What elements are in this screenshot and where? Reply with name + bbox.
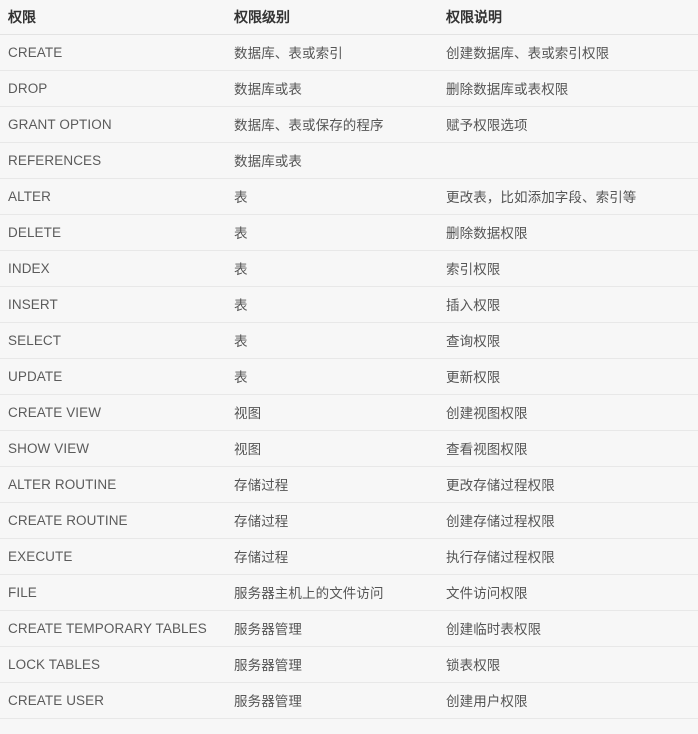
cell-level: 服务器管理 [226, 682, 438, 719]
table-row: UPDATE 表更新权限 [0, 358, 698, 395]
cell-privilege: EXECUTE [0, 538, 226, 575]
table-row: ALTER ROUTINE 存储过程 更改存储过程权限 [0, 466, 698, 503]
cell-privilege: CREATE USER [0, 682, 226, 719]
cell-privilege: INDEX [0, 250, 226, 287]
cell-privilege: UPDATE [0, 358, 226, 395]
cell-privilege: FILE [0, 574, 226, 611]
cell-level: 数据库或表 [226, 142, 438, 179]
cell-description: 删除数据库或表权限 [438, 70, 698, 107]
table-row: FILE 服务器主机上的文件访问 文件访问权限 [0, 574, 698, 611]
table-row: GRANT OPTION 数据库、表或保存的程序 赋予权限选项 [0, 106, 698, 143]
cell-privilege: ALTER [0, 178, 226, 215]
column-header-level: 权限级别 [226, 0, 438, 35]
privileges-table: 权限 权限级别 权限说明 CREATE 数据库、表或索引 创建数据库、表或索引权限 D… [0, 0, 698, 719]
cell-description: 插入权限 [438, 286, 698, 323]
cell-level: 服务器管理 [226, 610, 438, 647]
cell-privilege: LOCK TABLES [0, 646, 226, 683]
cell-level: 数据库、表或索引 [226, 34, 438, 71]
cell-description: 删除数据权限 [438, 214, 698, 251]
cell-description: 更改表，比如添加字段、索引等 [438, 178, 698, 215]
cell-privilege: DELETE [0, 214, 226, 251]
table-row: INSERT 表插入权限 [0, 286, 698, 323]
cell-level: 视图 [226, 394, 438, 431]
table-row: SELECT 表查询权限 [0, 322, 698, 359]
cell-description: 创建存储过程权限 [438, 502, 698, 539]
cell-privilege: ALTER ROUTINE [0, 466, 226, 503]
cell-level: 存储过程 [226, 466, 438, 503]
cell-level: 表 [226, 250, 438, 287]
cell-level: 数据库或表 [226, 70, 438, 107]
cell-description: 更改存储过程权限 [438, 466, 698, 503]
cell-description: 更新权限 [438, 358, 698, 395]
table-row: INDEX 表索引权限 [0, 250, 698, 287]
table-row: CREATE TEMPORARY TABLES 服务器管理 创建临时表权限 [0, 610, 698, 647]
table-row: SHOW VIEW 视图 查看视图权限 [0, 430, 698, 467]
cell-privilege: CREATE VIEW [0, 394, 226, 431]
cell-description: 赋予权限选项 [438, 106, 698, 143]
cell-description: 创建临时表权限 [438, 610, 698, 647]
cell-description: 创建数据库、表或索引权限 [438, 34, 698, 71]
cell-description: 创建视图权限 [438, 394, 698, 431]
cell-level: 服务器主机上的文件访问 [226, 574, 438, 611]
cell-level: 表 [226, 286, 438, 323]
cell-level: 表 [226, 214, 438, 251]
cell-level: 存储过程 [226, 502, 438, 539]
cell-level: 服务器管理 [226, 646, 438, 683]
cell-privilege: CREATE TEMPORARY TABLES [0, 610, 226, 647]
table-row: LOCK TABLES 服务器管理 锁表权限 [0, 646, 698, 683]
cell-description: 查看视图权限 [438, 430, 698, 467]
table-header: 权限 权限级别 权限说明 [0, 0, 698, 35]
table-row: DROP 数据库或表 删除数据库或表权限 [0, 70, 698, 107]
cell-description: 创建用户权限 [438, 682, 698, 719]
cell-description: 文件访问权限 [438, 574, 698, 611]
cell-level: 表 [226, 322, 438, 359]
table-row: EXECUTE 存储过程 执行存储过程权限 [0, 538, 698, 575]
cell-privilege: CREATE ROUTINE [0, 502, 226, 539]
cell-privilege: SELECT [0, 322, 226, 359]
table-row: CREATE VIEW 视图 创建视图权限 [0, 394, 698, 431]
cell-level: 数据库、表或保存的程序 [226, 106, 438, 143]
table-row: CREATE USER 服务器管理 创建用户权限 [0, 682, 698, 719]
column-header-privilege: 权限 [0, 0, 226, 35]
cell-description: 索引权限 [438, 250, 698, 287]
table-row: CREATE 数据库、表或索引 创建数据库、表或索引权限 [0, 34, 698, 71]
column-header-description: 权限说明 [438, 0, 698, 35]
cell-description [438, 142, 698, 179]
cell-privilege: DROP [0, 70, 226, 107]
table-header-row: 权限 权限级别 权限说明 [0, 0, 698, 35]
cell-level: 表 [226, 178, 438, 215]
table-row: CREATE ROUTINE 存储过程 创建存储过程权限 [0, 502, 698, 539]
cell-level: 视图 [226, 430, 438, 467]
cell-privilege: SHOW VIEW [0, 430, 226, 467]
cell-level: 表 [226, 358, 438, 395]
cell-privilege: GRANT OPTION [0, 106, 226, 143]
cell-privilege: REFERENCES [0, 142, 226, 179]
table-row: ALTER 表更改表，比如添加字段、索引等 [0, 178, 698, 215]
table-row: REFERENCES 数据库或表 [0, 142, 698, 179]
cell-description: 查询权限 [438, 322, 698, 359]
cell-description: 锁表权限 [438, 646, 698, 683]
cell-privilege: CREATE [0, 34, 226, 71]
cell-privilege: INSERT [0, 286, 226, 323]
cell-level: 存储过程 [226, 538, 438, 575]
table-body: CREATE 数据库、表或索引 创建数据库、表或索引权限 DROP 数据库或表 删除数据库… [0, 34, 698, 719]
cell-description: 执行存储过程权限 [438, 538, 698, 575]
table-row: DELETE 表删除数据权限 [0, 214, 698, 251]
